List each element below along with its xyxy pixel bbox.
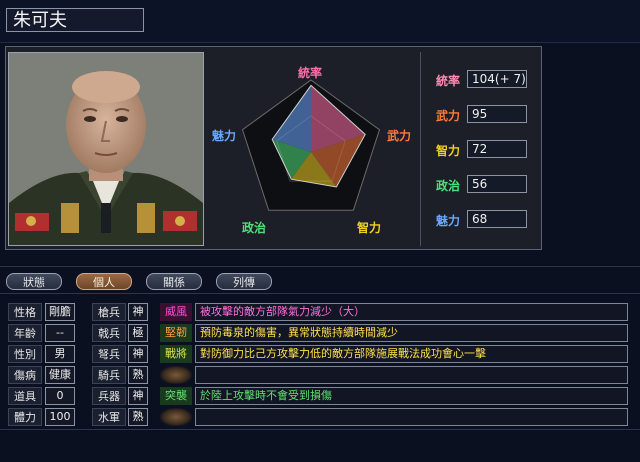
skill-desc-6 — [195, 408, 628, 426]
skill-name-2[interactable]: 堅韌 — [160, 324, 192, 342]
radar-label-pol: 政治 — [242, 221, 267, 235]
skill-name-1[interactable]: 威風 — [160, 303, 192, 321]
tab-relations[interactable]: 關係 — [146, 273, 202, 290]
tab-separator — [0, 293, 640, 294]
arms-label-halberd: 戟兵 — [92, 324, 126, 342]
skill-desc-5: 於陸上攻擊時不會受到損傷 — [195, 387, 628, 405]
stat-label-int: 智力 — [435, 144, 460, 158]
arms-value-siege: 神 — [128, 387, 148, 405]
stat-label-lead: 統率 — [435, 74, 460, 88]
arms-value-cavalry: 熟 — [128, 366, 148, 384]
arms-value-crossbow: 神 — [128, 345, 148, 363]
attr-label-injury: 傷病 — [8, 366, 42, 384]
arms-label-crossbow: 弩兵 — [92, 345, 126, 363]
arms-value-navy: 熟 — [128, 408, 148, 426]
attr-label-items: 道具 — [8, 387, 42, 405]
radar-label-int: 智力 — [357, 221, 382, 235]
attr-value-personality: 剛膽 — [45, 303, 75, 321]
radar-label-lead: 統率 — [298, 66, 323, 80]
arms-label-spear: 槍兵 — [92, 303, 126, 321]
stat-value-lead: 104(+ 7) — [467, 70, 527, 88]
attr-value-age: -- — [45, 324, 75, 342]
attr-label-age: 年齡 — [8, 324, 42, 342]
attr-value-gender: 男 — [45, 345, 75, 363]
attr-label-personality: 性格 — [8, 303, 42, 321]
arms-label-siege: 兵器 — [92, 387, 126, 405]
tab-biography[interactable]: 列傳 — [216, 273, 272, 290]
arms-value-spear: 神 — [128, 303, 148, 321]
stat-label-pol: 政治 — [435, 179, 460, 193]
attr-value-items: 0 — [45, 387, 75, 405]
skill-desc-3: 對防御力比己方攻擊力低的敵方部隊施展戰法成功會心一擊 — [195, 345, 628, 363]
stat-label-cha: 魅力 — [435, 214, 460, 228]
stat-value-pol: 56 — [467, 175, 527, 193]
attr-label-stamina: 體力 — [8, 408, 42, 426]
attr-value-injury: 健康 — [45, 366, 75, 384]
arms-value-halberd: 極 — [128, 324, 148, 342]
arms-label-cavalry: 騎兵 — [92, 366, 126, 384]
tab-personal[interactable]: 個人 — [76, 273, 132, 290]
skill-empty-slot-2 — [160, 408, 192, 426]
arms-label-navy: 水軍 — [92, 408, 126, 426]
bottom-separator — [0, 429, 640, 430]
character-name: 朱可夫 — [6, 8, 144, 32]
stat-value-int: 72 — [467, 140, 527, 158]
skill-desc-4 — [195, 366, 628, 384]
stat-label-war: 武力 — [435, 109, 460, 123]
skill-empty-slot — [160, 366, 192, 384]
panel-divider — [420, 52, 421, 246]
skill-desc-1: 被攻擊的敵方部隊氣力減少（大） — [195, 303, 628, 321]
radar-label-cha: 魅力 — [212, 129, 237, 143]
attr-value-stamina: 100 — [45, 408, 75, 426]
section-separator — [0, 266, 640, 267]
skill-name-5[interactable]: 突襲 — [160, 387, 192, 405]
skill-name-3[interactable]: 戰將 — [160, 345, 192, 363]
attr-label-gender: 性別 — [8, 345, 42, 363]
stat-value-cha: 68 — [467, 210, 527, 228]
skill-desc-2: 預防毒泉的傷害，異常狀態持續時間減少 — [195, 324, 628, 342]
tab-status[interactable]: 狀態 — [6, 273, 62, 290]
radar-label-war: 武力 — [387, 129, 412, 143]
stat-value-war: 95 — [467, 105, 527, 123]
character-portrait — [8, 52, 204, 246]
stats-radar: 統率 武力 智力 政治 魅力 — [206, 52, 416, 248]
